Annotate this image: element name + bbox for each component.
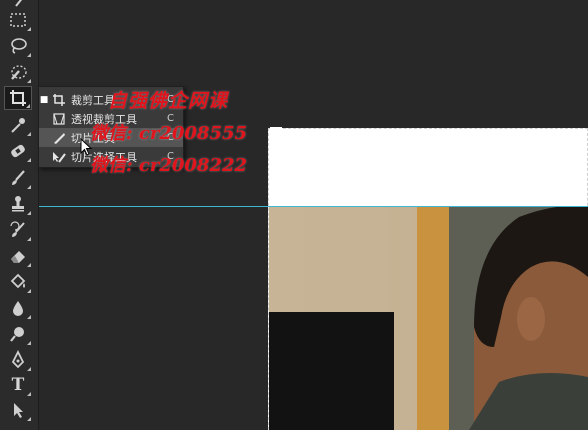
submenu-indicator <box>27 132 31 136</box>
submenu-indicator <box>27 315 31 319</box>
quick-select-icon <box>11 65 27 80</box>
submenu-indicator <box>27 79 31 83</box>
slice-select-icon <box>49 149 69 165</box>
submenu-indicator <box>27 417 31 421</box>
dodge-icon <box>10 327 24 342</box>
eraser-tool[interactable] <box>4 244 32 268</box>
path-select-arrow-icon <box>14 403 23 418</box>
quick-select-tool[interactable] <box>4 60 32 84</box>
horizontal-guide-line[interactable] <box>39 206 588 207</box>
submenu-indicator <box>27 341 31 345</box>
submenu-indicator <box>27 27 31 31</box>
blur-drop-icon <box>13 301 23 316</box>
crop-icon <box>10 90 26 106</box>
slice-icon <box>49 130 69 146</box>
crop-tool[interactable] <box>4 86 32 110</box>
stamp-icon <box>12 196 24 212</box>
submenu-indicator <box>27 185 31 189</box>
photo-content <box>269 207 588 430</box>
marquee-tool[interactable] <box>4 8 32 32</box>
lasso-icon <box>11 38 27 54</box>
submenu-indicator <box>26 104 30 108</box>
perspective-crop-icon <box>49 111 69 127</box>
crop-icon <box>49 92 69 108</box>
submenu-indicator <box>27 53 31 57</box>
brush-icon <box>12 170 25 185</box>
eyedropper-icon <box>11 118 25 133</box>
submenu-indicator <box>27 237 31 241</box>
submenu-indicator <box>27 392 31 396</box>
dodge-tool[interactable] <box>4 322 32 346</box>
watermark-wechat-1: 微信: cr2008555 <box>90 123 248 144</box>
brush-tool[interactable] <box>4 166 32 190</box>
healing-brush-icon <box>11 144 25 158</box>
blur-tool[interactable] <box>4 296 32 320</box>
type-tool[interactable]: T <box>4 373 32 397</box>
type-icon: T <box>11 375 25 395</box>
pen-tool[interactable] <box>4 348 32 372</box>
pen-icon <box>11 350 25 369</box>
watermark-wechat-2: 微信: cr2008222 <box>90 155 248 176</box>
canvas-photo <box>269 207 588 430</box>
submenu-indicator <box>27 367 31 371</box>
paint-bucket-icon <box>10 273 26 289</box>
lasso-tool[interactable] <box>4 34 32 58</box>
healing-brush-tool[interactable] <box>4 139 32 163</box>
history-brush-tool[interactable] <box>4 218 32 242</box>
history-brush-icon <box>10 221 25 237</box>
crop-handle-top-left[interactable] <box>270 127 282 139</box>
tools-panel: T <box>0 0 39 430</box>
submenu-indicator <box>27 158 31 162</box>
marquee-icon <box>10 13 26 27</box>
selected-bullet-icon: ■ <box>39 94 49 105</box>
paint-bucket-tool[interactable] <box>4 270 32 294</box>
watermark-title: 自强佛企网课 <box>108 90 229 112</box>
eyedropper-tool[interactable] <box>4 113 32 137</box>
clone-stamp-tool[interactable] <box>4 192 32 216</box>
eraser-icon <box>11 251 25 263</box>
submenu-indicator <box>27 211 31 215</box>
submenu-indicator <box>27 289 31 293</box>
submenu-indicator <box>27 263 31 267</box>
path-select-tool[interactable] <box>4 398 32 422</box>
